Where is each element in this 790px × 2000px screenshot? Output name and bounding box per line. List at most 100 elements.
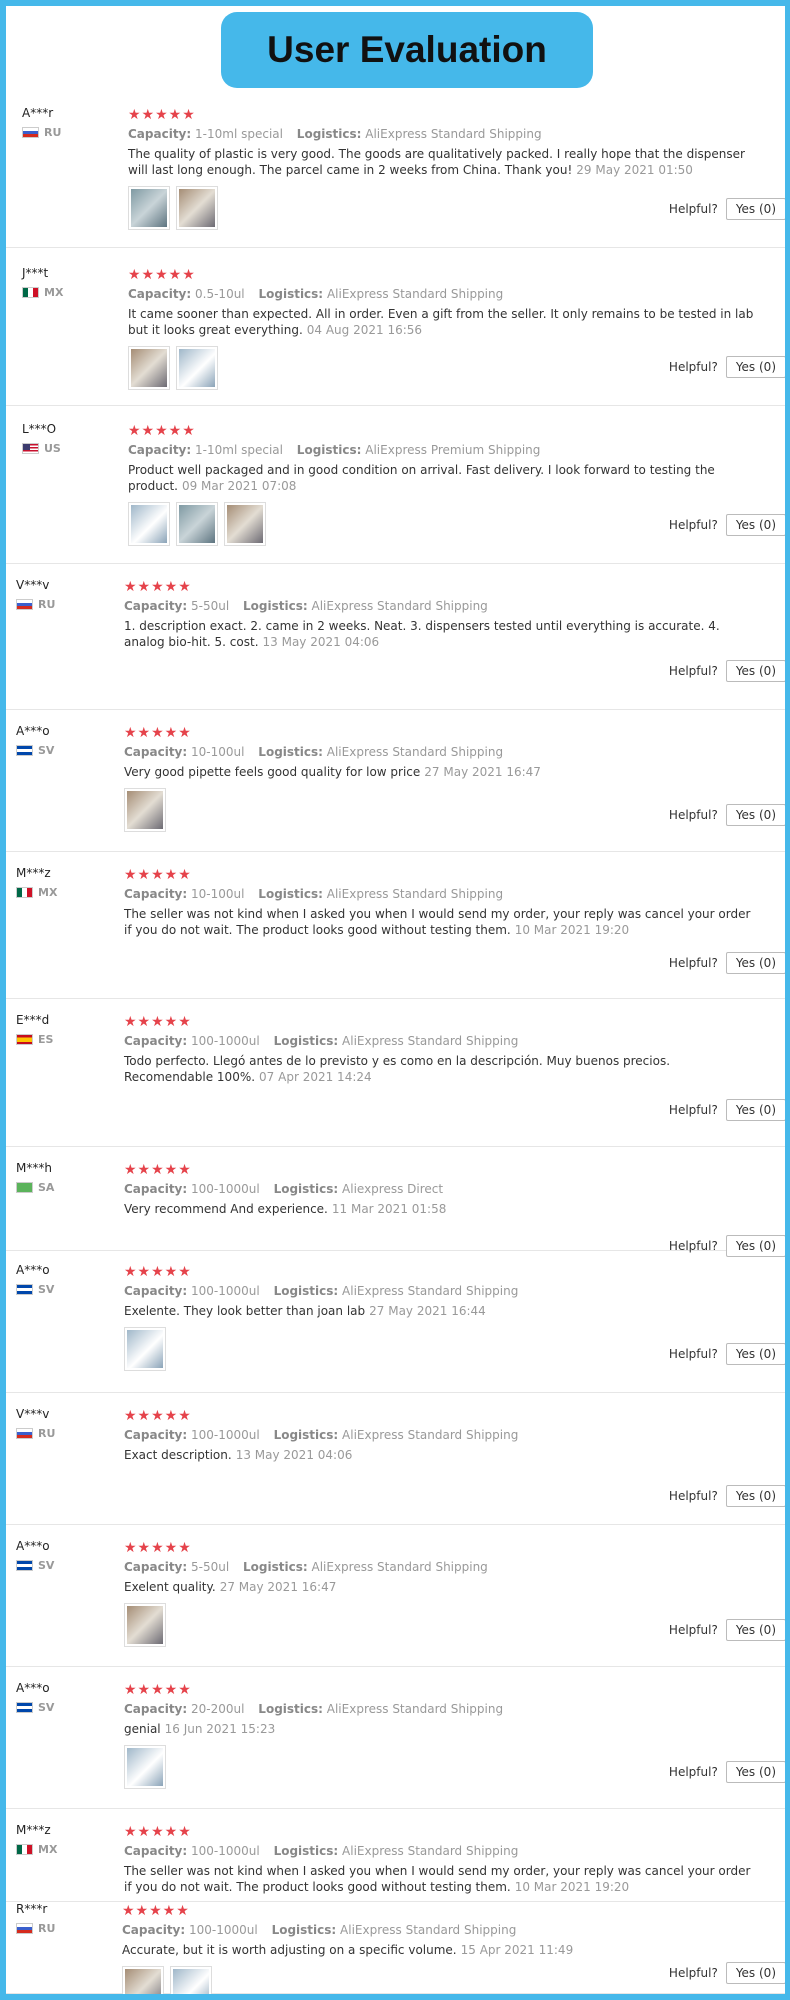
review-meta: Capacity: 100-1000ul Logistics: AliExpre… [124,1428,775,1442]
helpful-yes-button[interactable]: Yes (0) [725,1099,785,1121]
reviewer-country: RU [22,126,61,139]
review-meta: Capacity: 100-1000ul Logistics: AliExpre… [124,1284,775,1298]
helpful-label: Helpful? [668,518,718,532]
country-code: SV [38,744,55,757]
review-text: The seller was not kind when I asked you… [124,1864,751,1894]
review-date: 13 May 2021 04:06 [235,1448,353,1462]
review-meta: Capacity: 100-1000ul Logistics: AliExpre… [122,1923,775,1937]
helpful-yes-button[interactable]: Yes (0) [725,356,785,378]
review-content: ★★★★★ Capacity: 100-1000ul Logistics: Al… [124,1823,775,1895]
logistics-label: Logistics: [273,1284,339,1298]
review-photo[interactable] [124,788,166,832]
country-flag-icon [16,1702,33,1713]
capacity-value: 20-200ul [191,1702,245,1716]
star-rating: ★★★★★ [124,578,192,594]
review-meta: Capacity: 5-50ul Logistics: AliExpress S… [124,1560,775,1574]
review-body: 1. description exact. 2. came in 2 weeks… [124,618,775,650]
review-date: 10 Mar 2021 19:20 [514,1880,630,1894]
logistics-value: AliExpress Standard Shipping [326,887,504,901]
logistics-label: Logistics: [296,127,362,141]
capacity-label: Capacity: [124,1182,188,1196]
country-code: SV [38,1701,55,1714]
helpful-yes-button[interactable]: Yes (0) [725,952,785,974]
capacity-label: Capacity: [124,599,188,613]
review-text: 1. description exact. 2. came in 2 weeks… [124,619,720,649]
capacity-value: 100-1000ul [191,1428,260,1442]
review-photo[interactable] [128,346,170,390]
review-content: ★★★★★ Capacity: 100-1000ul Logistics: Al… [124,1013,775,1085]
logistics-value: AliExpress Standard Shipping [342,1284,519,1298]
review-meta: Capacity: 100-1000ul Logistics: AliExpre… [124,1844,775,1858]
review-text: genial [124,1722,161,1736]
review-text: Exelent quality. [124,1580,216,1594]
capacity-label: Capacity: [128,443,192,457]
review-photo[interactable] [122,1966,164,1994]
star-rating: ★★★★★ [128,266,196,282]
country-flag-icon [16,1844,33,1855]
logistics-label: Logistics: [258,287,324,301]
review-photo[interactable] [176,502,218,546]
review-item: V***v RU ★★★★★ Capacity: 100-1000ul Logi… [6,1393,785,1525]
reviewer-country: MX [22,286,63,299]
review-date: 27 May 2021 16:47 [219,1580,337,1594]
logistics-label: Logistics: [258,1702,323,1716]
reviewer-name: M***z [16,1823,51,1837]
review-photo[interactable] [176,346,218,390]
reviewer-name: A***o [16,1539,50,1553]
reviewer-country: SV [16,744,54,757]
helpful-yes-button[interactable]: Yes (0) [725,1485,785,1507]
helpful-yes-button[interactable]: Yes (0) [725,660,785,682]
helpful-yes-button[interactable]: Yes (0) [725,1962,785,1984]
review-photo[interactable] [176,186,218,230]
reviewer-country: MX [16,886,57,899]
reviewer-name: R***r [16,1902,48,1916]
helpful-yes-button[interactable]: Yes (0) [725,1343,785,1365]
review-photo[interactable] [128,186,170,230]
helpful-vote: Helpful? Yes (0) [669,1099,785,1121]
capacity-value: 10-100ul [191,887,245,901]
review-photo[interactable] [124,1745,166,1789]
country-flag-icon [16,1923,33,1934]
logistics-value: AliExpress Standard Shipping [342,1428,519,1442]
logistics-value: AliExpress Standard Shipping [326,745,504,759]
review-date: 11 Mar 2021 01:58 [331,1202,447,1216]
helpful-label: Helpful? [668,1489,718,1503]
review-photo[interactable] [224,502,266,546]
helpful-label: Helpful? [668,1765,718,1779]
review-photo[interactable] [124,1327,166,1371]
star-rating: ★★★★★ [122,1902,190,1918]
review-text: The seller was not kind when I asked you… [124,907,751,937]
helpful-vote: Helpful? Yes (0) [669,1962,785,1984]
logistics-value: AliExpress Standard Shipping [311,599,488,613]
logistics-value: AliExpress Standard Shipping [326,1702,504,1716]
logistics-label: Logistics: [273,1428,339,1442]
helpful-yes-button[interactable]: Yes (0) [725,804,785,826]
review-meta: Capacity: 0.5-10ul Logistics: AliExpress… [128,287,775,301]
review-body: Very recommend And experience. 11 Mar 202… [124,1201,775,1217]
country-flag-icon [16,1182,33,1193]
review-body: Exact description. 13 May 2021 04:06 [124,1447,775,1463]
review-photo[interactable] [170,1966,212,1994]
review-meta: Capacity: 1-10ml special Logistics: AliE… [128,443,775,457]
logistics-value: AliExpress Standard Shipping [365,127,542,141]
capacity-value: 5-50ul [191,599,230,613]
logistics-label: Logistics: [296,443,362,457]
reviewer-country: SV [16,1283,54,1296]
helpful-yes-button[interactable]: Yes (0) [725,514,785,536]
capacity-value: 1-10ml special [195,127,283,141]
logistics-label: Logistics: [243,599,308,613]
helpful-yes-button[interactable]: Yes (0) [725,1619,785,1641]
review-date: 10 Mar 2021 19:20 [514,923,630,937]
review-meta: Capacity: 100-1000ul Logistics: AliExpre… [124,1034,775,1048]
country-code: US [44,442,61,455]
review-item: A***o SV ★★★★★ Capacity: 10-100ul Logist… [6,710,785,852]
review-text: Exact description. [124,1448,232,1462]
review-date: 13 May 2021 04:06 [262,635,380,649]
review-content: ★★★★★ Capacity: 100-1000ul Logistics: Al… [124,1407,775,1463]
helpful-label: Helpful? [668,1103,718,1117]
review-text: Very recommend And experience. [124,1202,328,1216]
helpful-yes-button[interactable]: Yes (0) [725,1761,785,1783]
review-photo[interactable] [128,502,170,546]
review-photo[interactable] [124,1603,166,1647]
helpful-yes-button[interactable]: Yes (0) [725,198,785,220]
